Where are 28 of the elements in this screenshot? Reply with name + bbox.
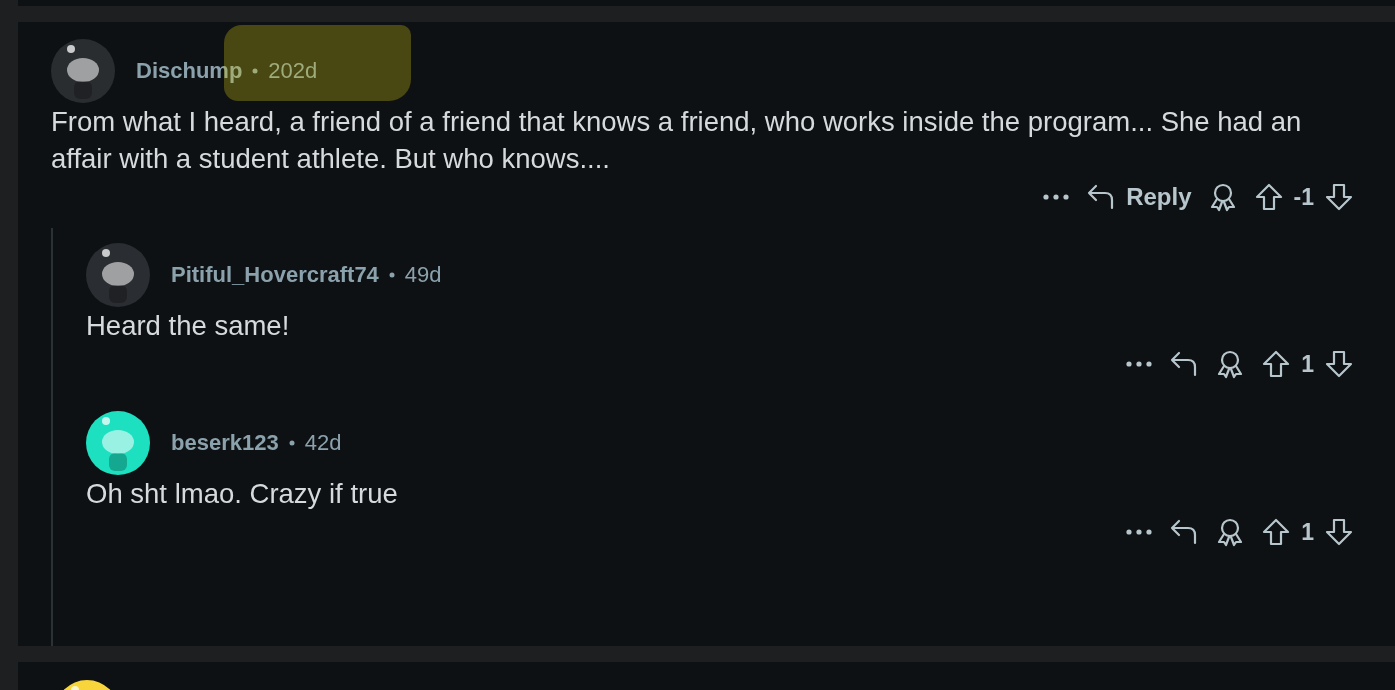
more-icon [1125,360,1154,368]
comment-text: From what I heard, a friend of a friend that knows a friend, who works inside the program... She had an affair with a student athlete. But who knows.... [51,105,1303,176]
vote-score: -1 [1293,183,1314,211]
downvote-icon [1324,182,1354,212]
comment-text: Oh sht lmao. Crazy if true [86,477,399,511]
upvote-icon [1261,349,1292,379]
upvote-icon [1253,182,1284,212]
separator-dot [252,68,259,74]
username[interactable]: Dischump [136,58,243,83]
avatar[interactable] [86,411,150,475]
more-icon [1042,193,1071,201]
downvote-icon [1324,349,1354,379]
comment-age: 202d [268,58,318,83]
comment-text: Heard the same! [86,309,291,343]
vote-score: 1 [1301,350,1314,378]
separator-dot [288,440,295,446]
downvote-icon [1324,517,1354,547]
comment-age: 49d [404,262,442,287]
username[interactable]: beserk123 [171,430,279,455]
vote-score: 1 [1301,518,1314,546]
avatar[interactable] [51,39,115,103]
reply-button[interactable]: Reply [1078,179,1200,215]
separator-dot [388,272,395,278]
comment-age: 42d [304,430,342,455]
upvote-icon [1261,517,1292,547]
more-icon [1125,528,1154,536]
avatar[interactable] [86,243,150,307]
username[interactable]: Pitiful_Hovercraft74 [171,262,379,287]
